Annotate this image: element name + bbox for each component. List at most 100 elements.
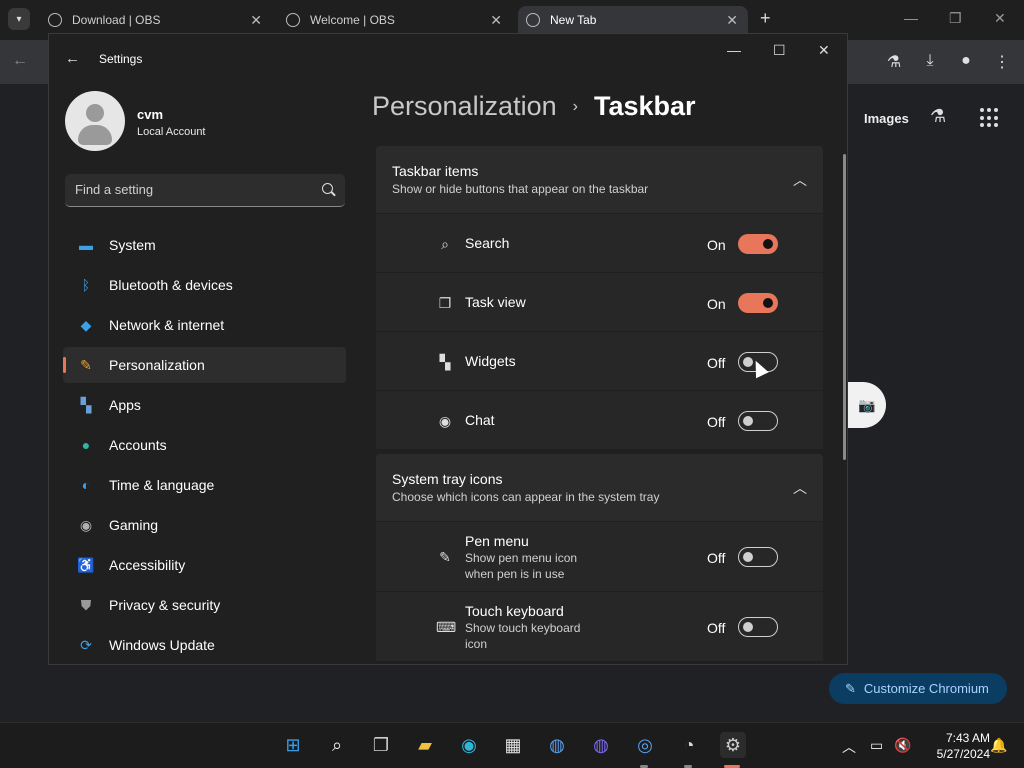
sidebar-item-system[interactable]: ▬ System xyxy=(63,227,346,263)
browser-restore-icon[interactable]: ❐ xyxy=(949,10,962,27)
sidebar-item-apps[interactable]: ▚ Apps xyxy=(63,387,346,423)
file-explorer-icon[interactable]: ▰ xyxy=(412,732,438,758)
settings-window-title: Settings xyxy=(99,52,143,66)
tab-close-icon[interactable]: ✕ xyxy=(490,12,502,29)
pen-icon: ✎ xyxy=(439,549,451,565)
toggle-switch[interactable] xyxy=(738,234,778,254)
tray-chevron-up-icon[interactable]: ︿ xyxy=(842,737,856,757)
section-header-taskbar-items[interactable]: Taskbar items Show or hide buttons that a… xyxy=(376,146,823,213)
setting-row-search: ⌕ Search On xyxy=(376,214,823,272)
setting-row-touch-keyboard: ⌨ Touch keyboard Show touch keyboard icon O… xyxy=(376,592,823,661)
customize-chromium-button[interactable]: ✎ Customize Chromium xyxy=(829,673,1007,704)
browser-tab-download-obs[interactable]: Download | OBS ✕ xyxy=(48,6,262,34)
notifications-bell-icon[interactable]: 🔔 xyxy=(990,737,1007,754)
firefox-nightly-icon[interactable]: ◍ xyxy=(588,732,614,758)
sidebar-item-label: Personalization xyxy=(109,357,205,373)
toggle-switch[interactable] xyxy=(738,617,778,637)
sidebar-item-time-language[interactable]: ◐ Time & language xyxy=(63,467,346,503)
clock-time: 7:43 AM xyxy=(945,731,990,745)
toggle-switch[interactable] xyxy=(738,547,778,567)
gamepad-icon: ◉ xyxy=(79,517,93,533)
edge-icon[interactable]: ◉ xyxy=(456,732,482,758)
toggle-switch[interactable] xyxy=(738,411,778,431)
sidebar-item-accessibility[interactable]: ♿ Accessibility xyxy=(63,547,346,583)
settings-close-icon[interactable]: ✕ xyxy=(818,42,830,59)
browser-tab-welcome-obs[interactable]: Welcome | OBS ✕ xyxy=(286,6,502,34)
setting-row-task-view: ❐ Task view On xyxy=(376,273,823,331)
setting-label: Pen menu xyxy=(465,533,529,549)
back-arrow-icon[interactable]: ← xyxy=(65,50,80,67)
breadcrumb-parent[interactable]: Personalization xyxy=(372,91,557,122)
section-header-system-tray-icons[interactable]: System tray icons Choose which icons can … xyxy=(376,454,823,521)
tab-close-icon[interactable]: ✕ xyxy=(726,12,738,29)
start-windows-icon[interactable]: ⊞ xyxy=(280,732,306,758)
settings-gear-icon[interactable]: ⚙ xyxy=(720,732,746,758)
sidebar-item-label: Time & language xyxy=(109,477,215,493)
brush-icon: ✎ xyxy=(80,357,92,373)
ntp-images-link[interactable]: Images xyxy=(864,111,909,126)
wifi-icon: ◆ xyxy=(80,317,92,333)
content-scrollbar[interactable] xyxy=(843,154,846,460)
toggle-state-label: On xyxy=(707,237,726,253)
browser-close-icon[interactable]: ✕ xyxy=(994,10,1006,27)
new-tab-plus-icon[interactable]: + xyxy=(760,8,771,29)
ntp-apps-grid-icon[interactable] xyxy=(980,108,1000,128)
sidebar-item-gaming[interactable]: ◉ Gaming xyxy=(63,507,346,543)
sidebar-item-network-internet[interactable]: ◆ Network & internet xyxy=(63,307,346,343)
section-subtitle: Show or hide buttons that appear on the … xyxy=(392,182,649,196)
user-name: cvm xyxy=(137,107,164,122)
sidebar-item-windows-update[interactable]: ⟳ Windows Update xyxy=(63,627,346,663)
setting-label: Touch keyboard xyxy=(465,603,564,619)
setting-description: Show touch keyboard icon xyxy=(465,621,581,651)
windows-taskbar: ⊞ ⌕ ❐ ▰ ◉ ▦ ◍ ◍ ◎ ◔ ⚙ ︿ ▭ 🔇 7:43 AM 5/27… xyxy=(0,722,1024,768)
ntp-labs-icon[interactable]: ⚗ xyxy=(930,106,946,127)
taskbar-clock[interactable]: 7:43 AM 5/27/2024 xyxy=(920,730,990,762)
tab-close-icon[interactable]: ✕ xyxy=(250,12,262,29)
sidebar-item-personalization[interactable]: ✎ Personalization xyxy=(63,347,346,383)
obs-icon[interactable]: ◔ xyxy=(676,732,702,758)
breadcrumb: Personalization › Taskbar xyxy=(372,91,696,122)
toggle-switch[interactable] xyxy=(738,293,778,313)
obs-favicon-icon xyxy=(48,13,62,27)
pencil-icon: ✎ xyxy=(845,680,856,696)
chromium-icon[interactable]: ◎ xyxy=(632,732,658,758)
tab-search-dropdown-icon[interactable]: ▾ xyxy=(8,8,30,30)
search-icon[interactable] xyxy=(322,183,333,194)
sidebar-item-bluetooth-devices[interactable]: ᛒ Bluetooth & devices xyxy=(63,267,346,303)
microsoft-store-icon[interactable]: ▦ xyxy=(500,732,526,758)
taskbar-task-view-icon[interactable]: ❐ xyxy=(368,732,394,758)
browser-menu-icon[interactable]: ⋮ xyxy=(992,52,1012,72)
setting-label: Search xyxy=(465,235,510,251)
sidebar-item-privacy-security[interactable]: ⛊ Privacy & security xyxy=(63,587,346,623)
sidebar-item-label: Network & internet xyxy=(109,317,225,333)
labs-flask-icon[interactable]: ⚗ xyxy=(884,52,904,72)
clock-date: 5/27/2024 xyxy=(936,747,990,761)
toggle-state-label: Off xyxy=(707,620,726,636)
taskbar-search-icon[interactable]: ⌕ xyxy=(324,732,350,758)
settings-minimize-icon[interactable]: — xyxy=(727,42,741,58)
widgets-icon: ▚ xyxy=(439,354,451,370)
toggle-state-label: Off xyxy=(707,355,726,371)
chevron-up-icon[interactable]: ︿ xyxy=(793,170,807,190)
ntp-camera-search-icon[interactable]: 📷 xyxy=(848,382,886,428)
settings-nav: ▬ System ᛒ Bluetooth & devices ◆ Network & in… xyxy=(63,227,346,664)
account-type: Local Account xyxy=(137,126,206,138)
volume-muted-icon[interactable]: 🔇 xyxy=(894,737,911,754)
chevron-up-icon[interactable]: ︿ xyxy=(793,478,807,498)
sidebar-item-label: Gaming xyxy=(109,517,159,533)
sidebar-item-label: Accounts xyxy=(109,437,167,453)
download-icon[interactable]: ⤓ xyxy=(920,52,940,72)
network-icon[interactable]: ▭ xyxy=(870,737,883,754)
apps-icon: ▚ xyxy=(80,397,92,413)
avatar[interactable] xyxy=(65,91,125,151)
find-setting-input[interactable] xyxy=(75,182,305,197)
profile-icon[interactable]: ● xyxy=(956,52,976,72)
sidebar-item-accounts[interactable]: ● Accounts xyxy=(63,427,346,463)
firefox-icon[interactable]: ◍ xyxy=(544,732,570,758)
settings-maximize-icon[interactable]: ☐ xyxy=(773,42,786,59)
breadcrumb-separator-icon: › xyxy=(572,97,578,115)
browser-tab-new-tab[interactable]: New Tab ✕ xyxy=(518,6,748,34)
setting-label: Task view xyxy=(465,294,526,310)
browser-minimize-icon[interactable]: — xyxy=(904,10,918,26)
browser-back-icon[interactable]: ← xyxy=(12,52,28,70)
